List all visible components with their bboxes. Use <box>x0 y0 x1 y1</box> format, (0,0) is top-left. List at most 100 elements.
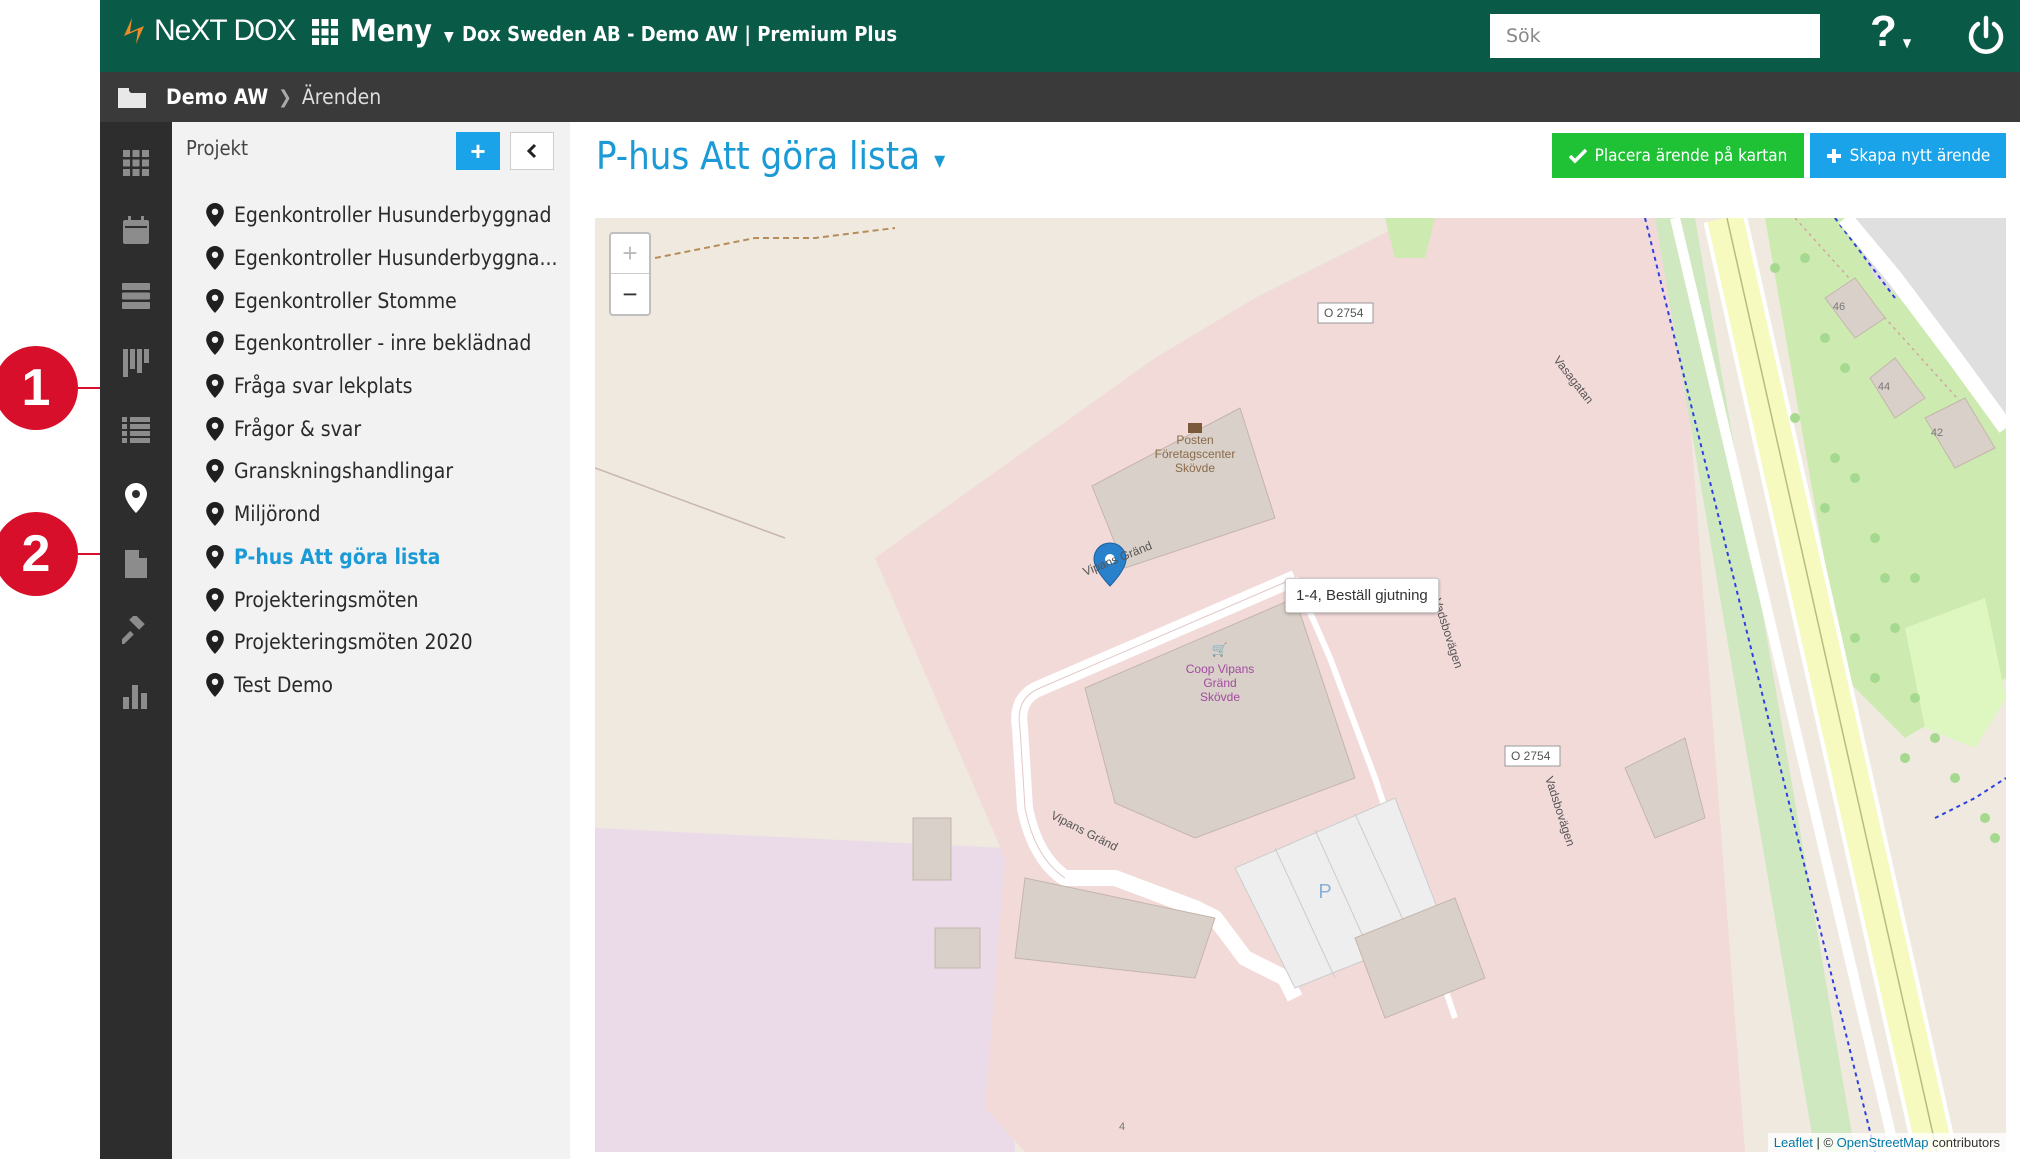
place-on-map-label: Placera ärende på kartan <box>1594 145 1788 166</box>
map-marker-icon <box>206 331 224 356</box>
map-marker-icon <box>206 544 224 569</box>
map-marker-icon <box>206 246 224 271</box>
chevron-down-icon: ▼ <box>934 150 946 170</box>
project-title: Dox Sweden AB - Demo AW | Premium Plus <box>462 22 898 46</box>
project-label: Egenkontroller - inre beklädnad <box>234 331 532 356</box>
bar-chart-icon <box>123 685 147 709</box>
road-badge-2: O 2754 <box>1511 749 1551 763</box>
map-marker-icon <box>206 630 224 655</box>
rail-chart[interactable] <box>100 668 172 724</box>
mail-icon <box>1188 423 1202 433</box>
callout-1: 1 <box>0 346 78 430</box>
map-attribution: Leaflet | © OpenStreetMap contributors <box>1767 1133 2006 1152</box>
project-label: Test Demo <box>234 672 333 697</box>
help-icon: ? <box>1870 7 1897 56</box>
map-tiles[interactable]: O 2754 O 2754 Vipans Gränd Vipans Gränd … <box>595 218 2006 1152</box>
breadcrumb-current: Ärenden <box>301 85 382 109</box>
add-project-button[interactable]: + <box>456 132 500 170</box>
project-label: Miljörond <box>234 502 321 527</box>
attribution-contributors: contributors <box>1932 1135 2000 1150</box>
attribution-separator: | © <box>1816 1135 1834 1150</box>
rail-kanban[interactable] <box>100 335 172 391</box>
hammer-icon <box>122 616 145 644</box>
project-item[interactable]: Egenkontroller - inre beklädnad <box>206 322 558 365</box>
map-marker-icon <box>206 672 224 697</box>
project-item[interactable]: Projekteringsmöten 2020 <box>206 621 558 664</box>
icon-rail <box>100 122 172 1159</box>
project-list: Egenkontroller Husunderbyggnad Egenkontr… <box>206 194 558 706</box>
menu-button[interactable]: Meny ▼ <box>312 14 454 49</box>
project-item[interactable]: Fråga svar lekplats <box>206 365 558 408</box>
map-marker-icon <box>206 502 224 527</box>
callout-2: 2 <box>0 512 78 596</box>
project-item[interactable]: Frågor & svar <box>206 407 558 450</box>
server-icon <box>122 283 150 309</box>
project-item[interactable]: Egenkontroller Husunderbyggnad <box>206 194 558 237</box>
project-item[interactable]: Miljörond <box>206 493 558 536</box>
folder-icon <box>118 88 146 108</box>
page-title-label: P-hus Att göra lista <box>596 134 921 178</box>
help-button[interactable]: ? ▼ <box>1870 10 1911 54</box>
check-icon <box>1568 148 1587 163</box>
rail-list[interactable] <box>100 402 172 458</box>
project-label: Projekteringsmöten 2020 <box>234 630 473 655</box>
marker-tooltip[interactable]: 1-4, Beställ gjutning <box>1285 578 1439 613</box>
leaflet-link[interactable]: Leaflet <box>1774 1135 1813 1150</box>
logo-text: NeXT DOX <box>154 14 296 47</box>
poi-coop-line-1: Coop Vipans <box>1186 662 1255 676</box>
map[interactable]: O 2754 O 2754 Vipans Gränd Vipans Gränd … <box>595 218 2006 1152</box>
create-issue-label: Skapa nytt ärende <box>1849 145 1991 166</box>
logo[interactable]: NeXT DOX <box>120 14 296 48</box>
power-icon[interactable] <box>1964 14 2008 58</box>
breadcrumb-root[interactable]: Demo AW <box>166 85 268 109</box>
project-item[interactable]: Egenkontroller Stomme <box>206 279 558 322</box>
project-label: Projekteringsmöten <box>234 587 419 612</box>
map-marker-icon <box>125 483 147 513</box>
project-label: Fråga svar lekplats <box>234 374 413 399</box>
project-item-active[interactable]: P-hus Att göra lista <box>206 536 558 579</box>
rail-document[interactable] <box>100 536 172 592</box>
project-label: Granskningshandlingar <box>234 459 454 484</box>
project-item[interactable]: Egenkontroller Husunderbyggna... <box>206 237 558 280</box>
project-item[interactable]: Projekteringsmöten <box>206 578 558 621</box>
map-marker-icon <box>206 374 224 399</box>
collapse-panel-button[interactable] <box>510 132 554 170</box>
create-issue-button[interactable]: Skapa nytt ärende <box>1810 133 2006 178</box>
zoom-control: + − <box>609 232 651 316</box>
chevron-down-icon: ▼ <box>444 28 454 45</box>
rail-server[interactable] <box>100 268 172 324</box>
logo-mark-icon <box>124 18 144 44</box>
place-on-map-button[interactable]: Placera ärende på kartan <box>1552 133 1804 178</box>
rail-map[interactable] <box>100 470 172 526</box>
project-label: P-hus Att göra lista <box>234 544 441 569</box>
apps-icon <box>123 150 149 176</box>
poi-coop-line-3: Skövde <box>1200 690 1240 704</box>
rail-hammer[interactable] <box>100 602 172 658</box>
project-label: Frågor & svar <box>234 416 362 441</box>
rail-calendar[interactable] <box>100 202 172 258</box>
shopping-cart-icon: 🛒 <box>1212 642 1228 658</box>
house-number-42: 42 <box>1931 427 1943 439</box>
panel-title: Projekt <box>186 136 249 160</box>
poi-posten-line-1: Posten <box>1176 433 1213 447</box>
project-label: Egenkontroller Husunderbyggnad <box>234 203 552 228</box>
map-marker-icon <box>206 459 224 484</box>
help-caret-icon: ▼ <box>1902 36 1912 50</box>
document-icon <box>125 550 147 578</box>
chevron-left-icon <box>526 143 537 159</box>
project-item[interactable]: Granskningshandlingar <box>206 450 558 493</box>
top-bar: NeXT DOX Meny ▼ Dox Sweden AB - Demo AW … <box>100 0 2020 72</box>
chevron-right-icon: ❯ <box>278 86 292 108</box>
plus-icon <box>1826 148 1841 163</box>
rail-apps[interactable] <box>100 135 172 191</box>
osm-link[interactable]: OpenStreetMap <box>1837 1135 1929 1150</box>
zoom-out-button[interactable]: − <box>611 274 649 314</box>
page-title[interactable]: P-hus Att göra lista ▼ <box>596 134 945 178</box>
map-marker-icon <box>206 416 224 441</box>
zoom-in-button[interactable]: + <box>611 234 649 274</box>
project-item[interactable]: Test Demo <box>206 664 558 707</box>
parking-label: P <box>1318 881 1331 903</box>
search-input[interactable] <box>1490 14 1820 58</box>
house-number-44: 44 <box>1878 381 1890 393</box>
kanban-icon <box>123 349 149 377</box>
